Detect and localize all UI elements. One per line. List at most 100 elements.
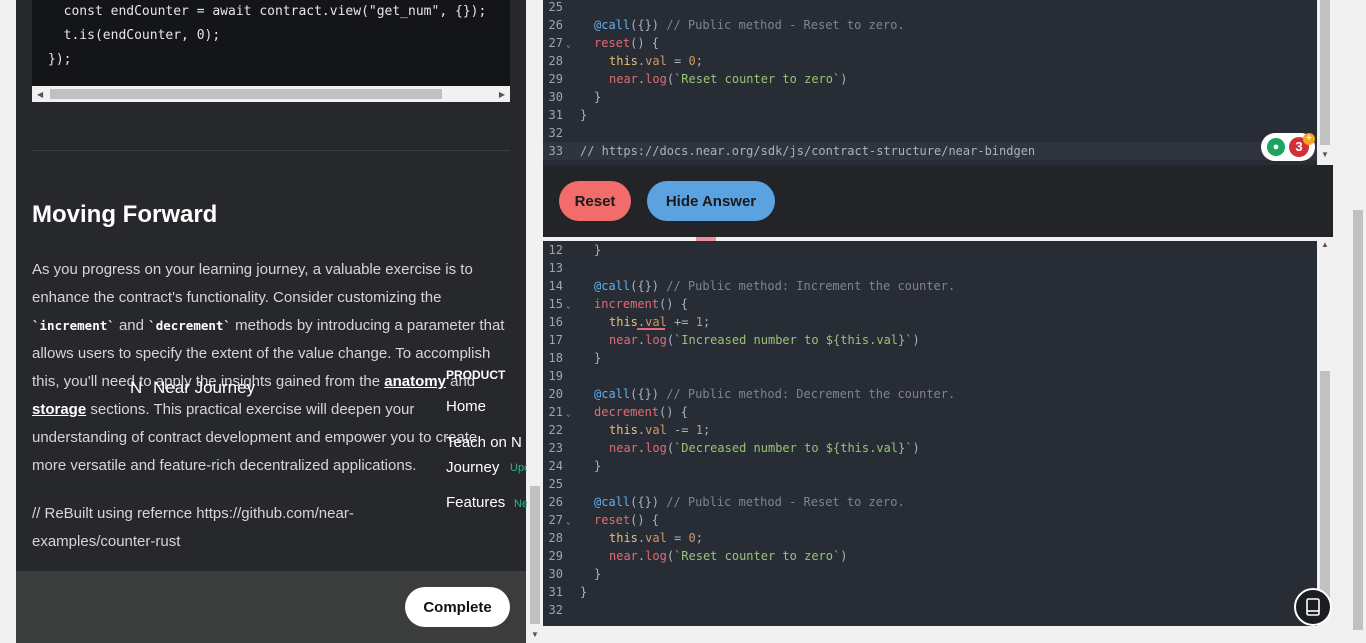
code-text: increment() { (594, 297, 688, 311)
line-number: 28 (548, 54, 563, 68)
editor-line: 21 ⌄ decrement() { (543, 403, 1317, 421)
nav-features-link[interactable]: Features (446, 494, 505, 511)
hide-answer-button[interactable]: Hide Answer (647, 181, 775, 221)
scroll-right-icon[interactable]: ▶ (499, 90, 505, 99)
line-number: 27 (548, 513, 563, 527)
code-text: } (594, 90, 602, 104)
code-string: `Increased number to ${this.val}` (674, 333, 913, 347)
line-number: 12 (548, 243, 563, 257)
nav-home-link[interactable]: Home (446, 398, 486, 415)
code-line: const endCounter = await contract.view("… (48, 4, 487, 19)
line-number: 32 (548, 126, 563, 140)
scrollbar-thumb[interactable] (50, 89, 442, 99)
code-text: near.log(`Reset counter to zero`) (609, 549, 848, 563)
line-number: 33 (548, 144, 563, 158)
code-text: } (594, 567, 602, 581)
line-number: 13 (548, 261, 563, 275)
line-number: 15 (548, 297, 563, 311)
top-editor-scrollbar[interactable]: ▼ (1318, 0, 1332, 165)
answer-code-editor[interactable]: 25 26 @call({}) // Public method - Reset … (543, 0, 1317, 165)
editor-actions: Reset Hide Answer (543, 165, 1333, 237)
editor-line: 25 (543, 475, 1317, 493)
line-number: 29 (548, 72, 563, 86)
line-number: 22 (548, 423, 563, 437)
scrollbar-thumb[interactable] (530, 486, 540, 624)
editor-line: 32 (543, 601, 1317, 619)
code-text: near.log(`Decreased number to ${this.val… (609, 441, 920, 455)
scrollbar-thumb[interactable] (1320, 371, 1330, 611)
scroll-up-icon[interactable]: ▲ (1321, 240, 1329, 249)
editor-line: 27 ⌄ reset() { (543, 511, 1317, 529)
editor-line: 20 @call({}) // Public method: Decrement … (543, 385, 1317, 403)
code-text: reset() { (594, 513, 660, 527)
editor-line: 23 near.log(`Decreased number to ${this.v… (543, 439, 1317, 457)
editor-line: 24} (543, 457, 1317, 475)
line-number: 18 (548, 351, 563, 365)
page: const endCounter = await contract.view("… (0, 0, 1366, 643)
scrollbar-thumb[interactable] (1320, 0, 1330, 145)
code-string: `Decreased number to ${this.val}` (674, 441, 913, 455)
scroll-down-icon[interactable]: ▼ (1321, 150, 1329, 159)
docs-button[interactable] (1294, 588, 1332, 626)
line-number: 21 (548, 405, 563, 419)
nav-journey-link[interactable]: Journey (446, 459, 499, 476)
editor-line: 30} (543, 565, 1317, 583)
lint-squiggle (637, 328, 665, 330)
near-logo-icon: N (130, 378, 143, 397)
code-text: @call({}) // Public method: Decrement th… (594, 387, 956, 401)
lesson-vertical-scrollbar[interactable]: ▼ (527, 0, 543, 643)
code-string: `Reset counter to zero` (674, 549, 841, 563)
line-number: 14 (548, 279, 563, 293)
line-number: 30 (548, 90, 563, 104)
editor-line: 31} (543, 583, 1317, 601)
scroll-left-icon[interactable]: ◀ (37, 90, 43, 99)
line-number: 24 (548, 459, 563, 473)
user-code-editor[interactable]: 12} 13 14 @call({}) // Public method: Inc… (543, 241, 1317, 626)
editor-line: 14 @call({}) // Public method: Increment … (543, 277, 1317, 295)
code-text: @call({}) // Public method - Reset to ze… (594, 495, 905, 509)
code-text: near.log(`Increased number to ${this.val… (609, 333, 920, 347)
editor-line: 28 this.val = 0; (543, 529, 1317, 547)
line-number: 30 (548, 567, 563, 581)
editor-line: 29 near.log(`Reset counter to zero`) (543, 70, 1317, 88)
code-text: reset() { (594, 36, 660, 50)
scroll-down-icon[interactable]: ▼ (531, 630, 539, 639)
code-text: } (594, 459, 602, 473)
nav-section-label: PRODUCT (446, 368, 506, 382)
code-horizontal-scrollbar[interactable]: ◀ ▶ (32, 86, 510, 102)
bottom-editor-scrollbar[interactable]: ▲ (1318, 237, 1332, 626)
anatomy-link[interactable]: anatomy (384, 373, 446, 390)
book-icon (1306, 598, 1320, 616)
code-comment: // Public method - Reset to zero. (666, 18, 905, 32)
editor-line: 30} (543, 88, 1317, 106)
nav-teach-link[interactable]: Teach on N (446, 434, 522, 451)
brand-logo[interactable]: N Near Journey (130, 378, 255, 398)
line-number: 16 (548, 315, 563, 329)
editor-line: 26 @call({}) // Public method - Reset to … (543, 16, 1317, 34)
storage-link[interactable]: storage (32, 401, 86, 418)
line-number: 32 (548, 603, 563, 617)
line-number: 25 (548, 477, 563, 491)
line-number: 29 (548, 549, 563, 563)
code-comment: // Public method: Increment the counter. (666, 279, 956, 293)
code-comment: // Public method - Reset to zero. (666, 495, 905, 509)
line-number: 20 (548, 387, 563, 401)
scrollbar-thumb[interactable] (1353, 210, 1363, 630)
reset-button[interactable]: Reset (559, 181, 631, 221)
editor-line: 19 (543, 367, 1317, 385)
code-snippet: const endCounter = await contract.view("… (32, 0, 510, 86)
editor-line: 18} (543, 349, 1317, 367)
assist-badge[interactable]: ● 3 + (1261, 133, 1315, 161)
line-number: 19 (548, 369, 563, 383)
line-number: 31 (548, 585, 563, 599)
code-text: } (580, 585, 588, 599)
inline-code: `decrement` (148, 318, 231, 333)
reference-note: // ReBuilt using refernce https://github… (32, 505, 354, 550)
complete-button[interactable]: Complete (405, 587, 510, 627)
lesson-paragraph: As you progress on your learning journey… (32, 256, 510, 480)
code-string: `Reset counter to zero` (674, 72, 841, 86)
page-vertical-scrollbar[interactable] (1350, 0, 1366, 643)
code-text: @call({}) // Public method - Reset to ze… (594, 18, 905, 32)
editor-line-active: 33 // https://docs.near.org/sdk/js/contra… (543, 142, 1317, 160)
line-number: 31 (548, 108, 563, 122)
